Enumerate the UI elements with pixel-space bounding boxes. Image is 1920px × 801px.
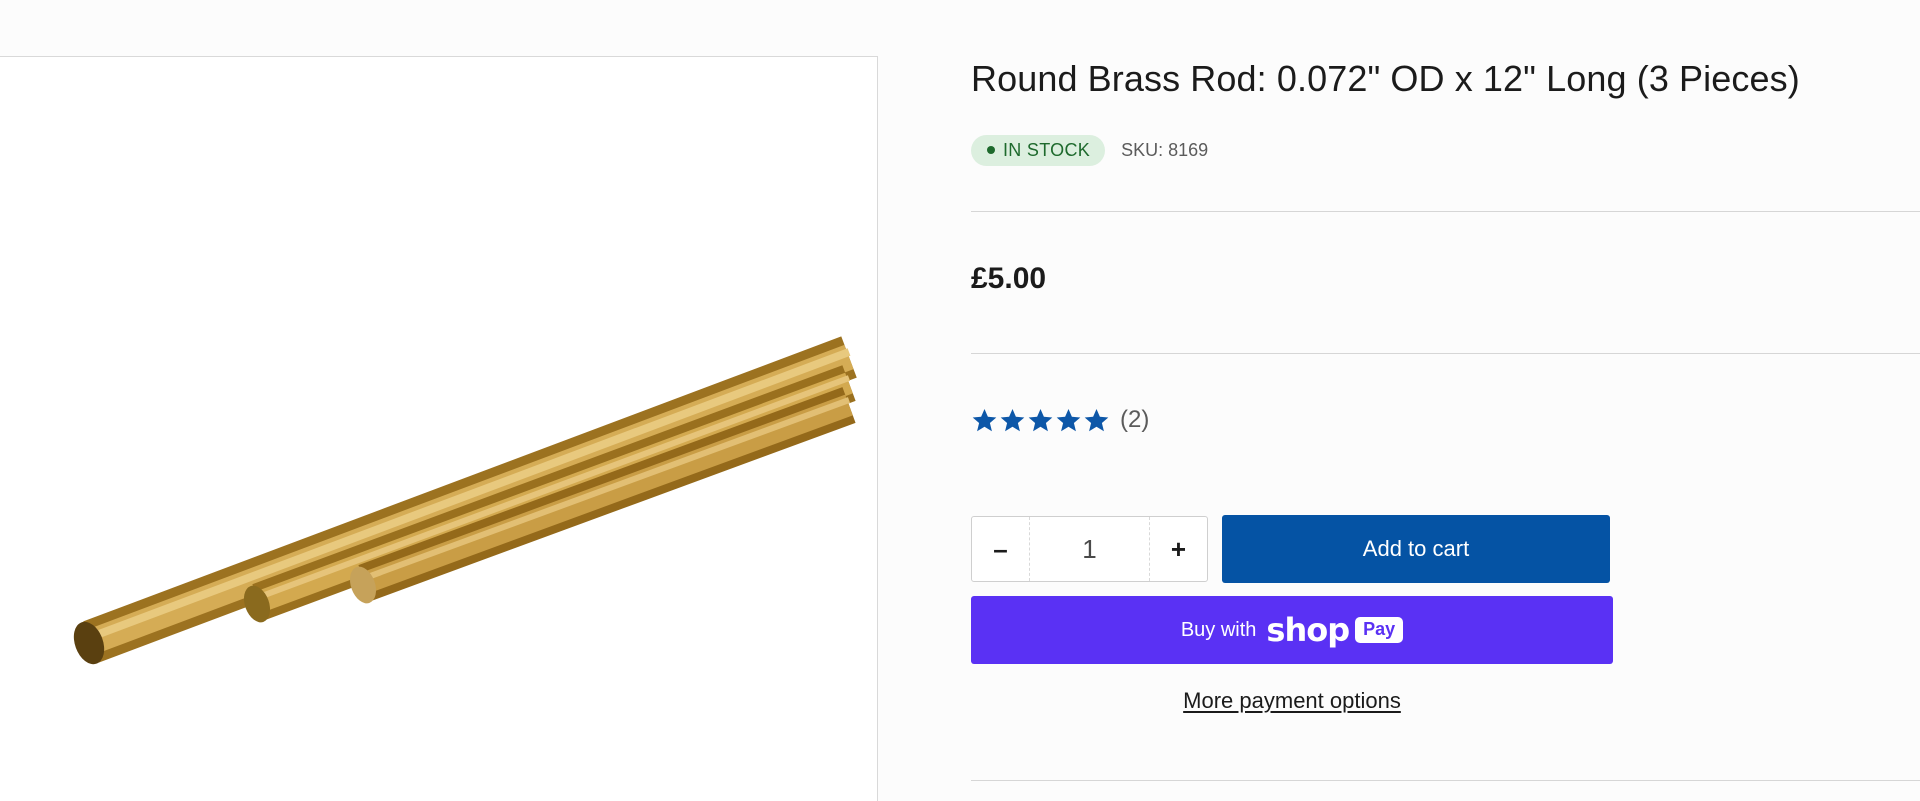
add-to-cart-button[interactable]: Add to cart [1222, 515, 1610, 583]
shop-logo: shop [1266, 611, 1350, 649]
star-icon [1084, 408, 1109, 431]
divider [971, 353, 1920, 354]
brass-rods-image [73, 336, 857, 665]
quantity-stepper: – 1 + [971, 516, 1208, 582]
sku-label: SKU: 8169 [1121, 139, 1209, 160]
star-icon [1056, 408, 1081, 431]
increase-quantity-button[interactable]: + [1150, 517, 1207, 581]
more-payment-options-link[interactable]: More payment options [971, 688, 1613, 714]
product-page: Round Brass Rod: 0.072" OD x 12" Long (3… [0, 0, 1920, 801]
product-info: Round Brass Rod: 0.072" OD x 12" Long (3… [971, 0, 1920, 801]
product-title: Round Brass Rod: 0.072" OD x 12" Long (3… [971, 58, 1800, 99]
shop-pay-button[interactable]: Buy with shop Pay [971, 596, 1613, 664]
rating-count: (2) [1120, 406, 1150, 433]
product-price: £5.00 [971, 262, 1047, 295]
pay-pill: Pay [1355, 617, 1404, 643]
status-dot-icon [987, 146, 995, 154]
product-meta: IN STOCK SKU: 8169 [971, 134, 1208, 166]
star-icon [1028, 408, 1053, 431]
product-image[interactable] [0, 56, 878, 801]
shop-pay-prefix: Buy with [1180, 618, 1257, 641]
brass-rod-group [73, 336, 857, 665]
stock-badge: IN STOCK [971, 134, 1106, 166]
star-icon [972, 408, 997, 431]
divider [971, 780, 1920, 781]
divider [971, 211, 1920, 212]
star-icon [1000, 408, 1025, 431]
quantity-input[interactable]: 1 [1029, 517, 1150, 581]
stock-status-label: IN STOCK [1003, 139, 1091, 160]
rating-stars [971, 407, 1110, 434]
decrease-quantity-button[interactable]: – [972, 517, 1029, 581]
rating-summary[interactable]: (2) [971, 404, 1149, 436]
